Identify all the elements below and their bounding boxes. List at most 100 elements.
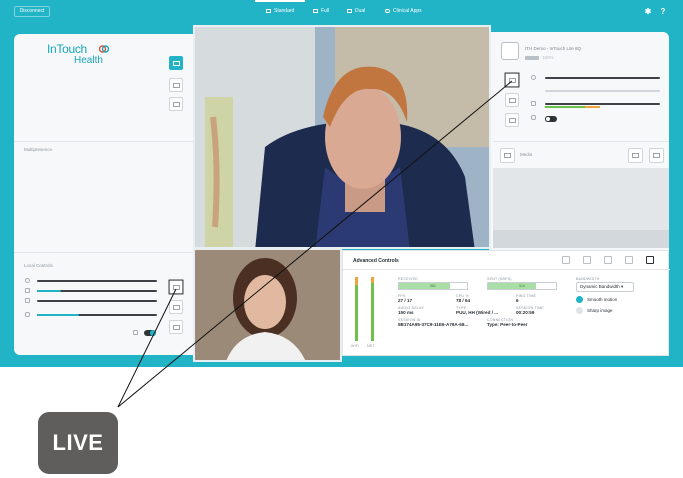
- toggle-knob: [150, 330, 156, 336]
- capture-button[interactable]: [649, 148, 664, 163]
- help-button[interactable]: ?: [659, 8, 667, 16]
- layout-tab-label: Full: [321, 8, 330, 14]
- media-label: Media: [520, 152, 533, 157]
- active-layout-indicator: [255, 0, 305, 2]
- grid-icon: [504, 153, 511, 158]
- grid-button[interactable]: [500, 148, 515, 163]
- smooth-motion-label: Smooth motion: [587, 297, 618, 302]
- volume-meter-orange: [585, 106, 600, 108]
- received-bar: 582: [398, 282, 468, 290]
- bandwidth-select-value: Dynamic Bandwidth: [580, 284, 620, 289]
- brightness-icon: [25, 288, 30, 293]
- monitor-icon: [173, 83, 180, 88]
- remote-live-button[interactable]: [505, 73, 519, 87]
- sharp-image-label: Sharp image: [587, 308, 613, 313]
- clinical-apps-icon: [385, 9, 390, 13]
- capture-icon: [653, 153, 660, 158]
- logo-text: Health: [74, 55, 103, 66]
- id-card-button[interactable]: [169, 97, 183, 111]
- zoom-slider[interactable]: [37, 280, 157, 282]
- media-toolbar: [493, 230, 669, 248]
- divider: [343, 269, 670, 270]
- layout-standard-icon: [266, 9, 271, 13]
- disconnect-button[interactable]: Disconnect: [14, 6, 50, 17]
- adv-tab-1[interactable]: [562, 256, 570, 264]
- multipresence-label: Multipresence: [24, 147, 53, 152]
- self-video-feed: [193, 248, 342, 362]
- ping-label: PING TIME: [516, 294, 537, 298]
- adv-tab-2[interactable]: [583, 256, 591, 264]
- layout-tab-full[interactable]: Full: [313, 5, 329, 17]
- adv-tab-3[interactable]: [604, 256, 612, 264]
- brightness-slider-fill: [37, 290, 61, 292]
- advanced-controls-panel: Advanced Controls WIFI NET RECEIVED 582 …: [342, 250, 670, 356]
- mic-slider-fill: [37, 314, 79, 316]
- battery-label: 100%: [542, 55, 554, 60]
- bandwidth-select[interactable]: Dynamic Bandwidth ▾: [576, 282, 634, 292]
- session-id-value: 5B174A95-37C9-11E6-A79A-68...: [398, 322, 469, 327]
- lock-icon: [133, 330, 138, 335]
- remote-endpoint-name: ITH Demo - InTouch Lite 8Q: [525, 46, 582, 51]
- layout-tab-clinical-apps[interactable]: Clinical Apps: [385, 5, 422, 17]
- layout-tab-label: Dual: [355, 8, 366, 14]
- remote-camera-button[interactable]: [505, 93, 519, 107]
- video-icon: [173, 325, 180, 330]
- wifi-label: WIFI: [351, 344, 360, 348]
- speaker-icon: [25, 298, 30, 303]
- remote-zoom-slider[interactable]: [545, 77, 660, 79]
- layout-full-icon: [313, 9, 318, 13]
- cpu-value: 78 / 64: [456, 298, 471, 303]
- net-signal-meter: [371, 277, 374, 341]
- video-icon: [509, 118, 516, 123]
- net-label: NET: [367, 344, 375, 348]
- divider: [14, 252, 195, 253]
- robot-avatar: [501, 42, 519, 60]
- remote-video-button[interactable]: [505, 113, 519, 127]
- volume-slider[interactable]: [37, 300, 157, 302]
- battery-icon: [525, 56, 539, 60]
- toggle-knob: [545, 116, 551, 122]
- camera-button[interactable]: [169, 300, 183, 314]
- layout-tab-dual[interactable]: Dual: [347, 5, 365, 17]
- gear-icon[interactable]: ✱: [644, 8, 652, 16]
- remote-volume-slider[interactable]: [545, 103, 660, 105]
- live-button[interactable]: [169, 280, 183, 294]
- network-stats-tab[interactable]: [646, 256, 654, 264]
- fps-value: 27 / 17: [398, 298, 413, 303]
- logo-mark-icon: [99, 45, 109, 53]
- local-view-button[interactable]: [169, 56, 183, 70]
- received-value: 582: [430, 284, 436, 288]
- share-screen-button[interactable]: [169, 78, 183, 92]
- video-call-app: Disconnect Standard Full Dual Clinical A…: [0, 0, 683, 478]
- live-icon: [509, 78, 516, 83]
- remote-video-image: [195, 27, 489, 247]
- layout-tab-standard[interactable]: Standard: [266, 5, 294, 17]
- audio-delay-value: 150 ms: [398, 310, 414, 315]
- remote-brightness-slider[interactable]: [545, 90, 660, 92]
- privacy-toggle[interactable]: [144, 330, 156, 336]
- advanced-controls-title: Advanced Controls: [353, 258, 399, 264]
- volume-meter-green: [545, 106, 585, 108]
- zoom-icon: [531, 75, 536, 80]
- live-icon: [173, 285, 180, 290]
- ping-value: 6: [516, 298, 519, 303]
- session-time-value: 00:20:59: [516, 310, 535, 315]
- video-button[interactable]: [169, 320, 183, 334]
- adv-tab-4[interactable]: [625, 256, 633, 264]
- remote-mic-toggle[interactable]: [545, 116, 557, 122]
- layout-tab-label: Clinical Apps: [393, 8, 422, 14]
- camera-icon: [509, 98, 516, 103]
- divider: [493, 141, 669, 142]
- speaker-icon: [531, 101, 536, 106]
- left-panel: [14, 34, 195, 355]
- smooth-motion-radio[interactable]: [576, 296, 583, 303]
- sharp-image-radio[interactable]: [576, 307, 583, 314]
- sent-bar: 516: [487, 282, 557, 290]
- top-bar: Disconnect Standard Full Dual Clinical A…: [0, 0, 683, 23]
- microphone-icon: [531, 115, 536, 120]
- folder-button[interactable]: [628, 148, 643, 163]
- live-badge: LIVE: [38, 412, 118, 474]
- bandwidth-label: BANDWIDTH: [576, 277, 600, 281]
- connection-value: Type: Peer-to-Peer: [487, 322, 528, 327]
- id-card-icon: [173, 102, 180, 107]
